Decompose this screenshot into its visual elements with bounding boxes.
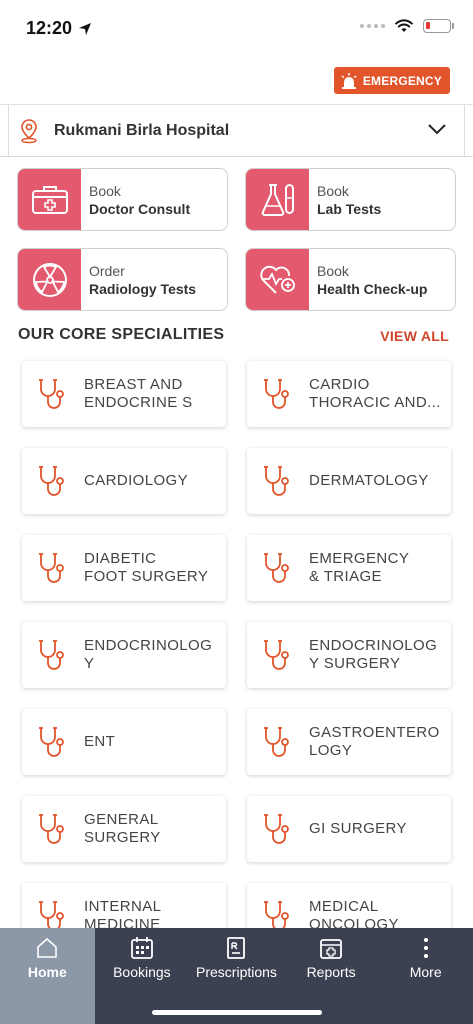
nav-reports[interactable]: Reports: [284, 928, 379, 988]
stethoscope-icon: [264, 466, 289, 496]
status-indicators: [360, 19, 454, 33]
speciality-card[interactable]: DERMATOLOGY: [247, 448, 451, 514]
speciality-card[interactable]: DIABETIC FOOT SURGERY: [22, 535, 226, 601]
order-radiology-tests-button[interactable]: Order Radiology Tests: [17, 248, 228, 311]
speciality-card[interactable]: GENERAL SURGERY: [22, 796, 226, 862]
speciality-card[interactable]: GI SURGERY: [247, 796, 451, 862]
calendar-icon: [130, 937, 153, 959]
stethoscope-icon: [264, 379, 289, 409]
speciality-label: ENDOCRINOLOG Y: [84, 637, 213, 672]
status-bar: 12:20: [0, 0, 473, 56]
speciality-label: GASTROENTERO LOGY: [309, 724, 440, 759]
wifi-icon: [395, 19, 413, 32]
stethoscope-icon: [39, 640, 64, 670]
speciality-card[interactable]: ENDOCRINOLOG Y SURGERY: [247, 622, 451, 688]
stethoscope-icon: [264, 553, 289, 583]
stethoscope-icon: [39, 379, 64, 409]
speciality-card[interactable]: BREAST AND ENDOCRINE SU...: [22, 361, 226, 427]
speciality-card[interactable]: GASTROENTERO LOGY: [247, 709, 451, 775]
speciality-label: ENDOCRINOLOG Y SURGERY: [309, 637, 438, 672]
radiation-icon: [32, 262, 67, 297]
section-title: OUR CORE SPECIALITIES: [18, 326, 225, 343]
view-all-link[interactable]: VIEW ALL: [380, 328, 449, 344]
location-arrow-icon: [79, 22, 92, 35]
medical-kit-icon: [31, 185, 68, 214]
speciality-label: EMERGENCY & TRIAGE: [309, 550, 410, 585]
prescription-icon: [227, 937, 246, 959]
stethoscope-icon: [264, 814, 289, 844]
speciality-label: CARDIO THORACIC AND...: [309, 376, 441, 411]
emergency-button[interactable]: EMERGENCY: [333, 67, 450, 94]
stethoscope-icon: [39, 466, 64, 496]
speciality-label: GENERAL SURGERY: [84, 811, 161, 846]
chevron-down-icon: [428, 124, 446, 135]
signal-icon: [360, 24, 385, 28]
battery-icon: [423, 19, 454, 33]
lab-flask-icon: [261, 183, 294, 216]
nav-prescriptions[interactable]: Prescriptions: [189, 928, 284, 988]
stethoscope-icon: [264, 727, 289, 757]
speciality-label: GI SURGERY: [309, 820, 407, 837]
book-health-checkup-button[interactable]: Book Health Check-up: [245, 248, 456, 311]
speciality-card[interactable]: ENDOCRINOLOG Y: [22, 622, 226, 688]
stethoscope-icon: [39, 553, 64, 583]
nav-bookings[interactable]: Bookings: [95, 928, 190, 988]
stethoscope-icon: [39, 814, 64, 844]
hospital-name: Rukmani Birla Hospital: [54, 121, 230, 139]
speciality-label: DERMATOLOGY: [309, 472, 429, 489]
heart-plus-icon: [259, 265, 295, 294]
speciality-label: ENT: [84, 733, 116, 750]
speciality-card[interactable]: ENT: [22, 709, 226, 775]
book-lab-tests-button[interactable]: Book Lab Tests: [245, 168, 456, 231]
book-doctor-consult-button[interactable]: Book Doctor Consult: [17, 168, 228, 231]
home-indicator: [152, 1010, 322, 1015]
stethoscope-icon: [39, 727, 64, 757]
report-icon: [320, 939, 342, 959]
nav-more[interactable]: More: [378, 928, 473, 988]
hospital-selector[interactable]: Rukmani Birla Hospital: [0, 104, 473, 157]
more-icon: [423, 938, 428, 958]
speciality-card[interactable]: CARDIOLOGY: [22, 448, 226, 514]
speciality-label: DIABETIC FOOT SURGERY: [84, 550, 209, 585]
home-icon: [37, 937, 58, 958]
location-pin-icon: [21, 118, 37, 143]
nav-home[interactable]: Home: [0, 928, 95, 988]
siren-icon: [341, 72, 357, 89]
speciality-card[interactable]: CARDIO THORACIC AND...: [247, 361, 451, 427]
speciality-card[interactable]: EMERGENCY & TRIAGE: [247, 535, 451, 601]
speciality-label: BREAST AND ENDOCRINE SU...: [84, 376, 193, 411]
speciality-label: CARDIOLOGY: [84, 472, 189, 489]
status-time: 12:20: [26, 18, 92, 39]
stethoscope-icon: [264, 640, 289, 670]
